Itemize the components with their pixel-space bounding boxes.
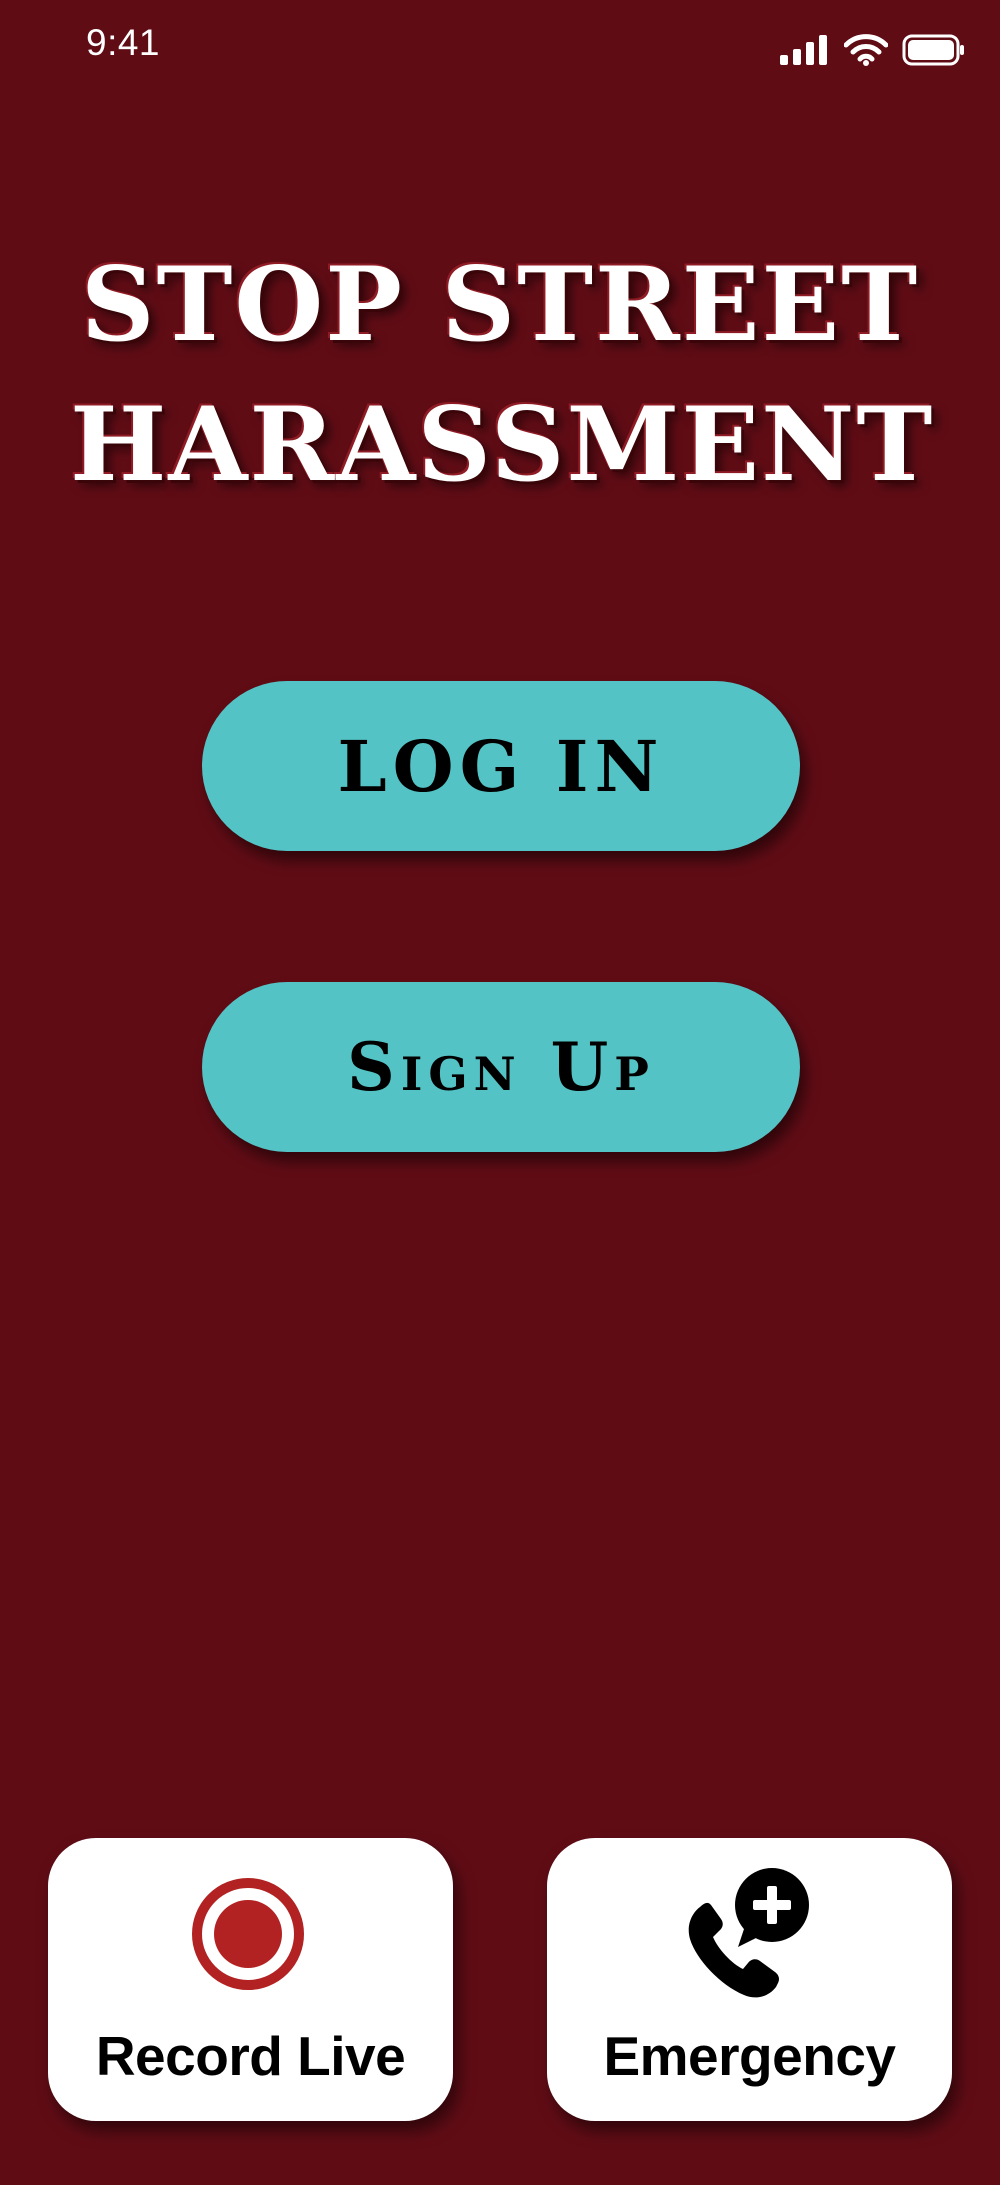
phone-plus-icon [688, 1868, 809, 1998]
emergency-button[interactable]: Emergency [547, 1838, 952, 2121]
battery-icon [902, 34, 964, 66]
status-bar: 9:41 [0, 0, 1000, 100]
status-icons [780, 34, 966, 66]
signup-button[interactable]: Sign Up [202, 982, 800, 1152]
app-title-line-2: HARASSMENT [70, 385, 935, 505]
emergency-label: Emergency [603, 2025, 896, 2087]
status-time: 9:41 [86, 22, 161, 63]
app-title: STOP STREET HARASSMENT [70, 235, 935, 515]
app-title-line-1: STOP STREET [80, 245, 920, 365]
record-live-button[interactable]: Record Live [48, 1838, 453, 2121]
login-button[interactable]: LOG IN [202, 681, 800, 851]
record-icon [192, 1878, 304, 1990]
wifi-icon [844, 34, 888, 66]
record-live-label: Record Live [95, 2025, 406, 2087]
cellular-signal-icon [780, 35, 827, 65]
